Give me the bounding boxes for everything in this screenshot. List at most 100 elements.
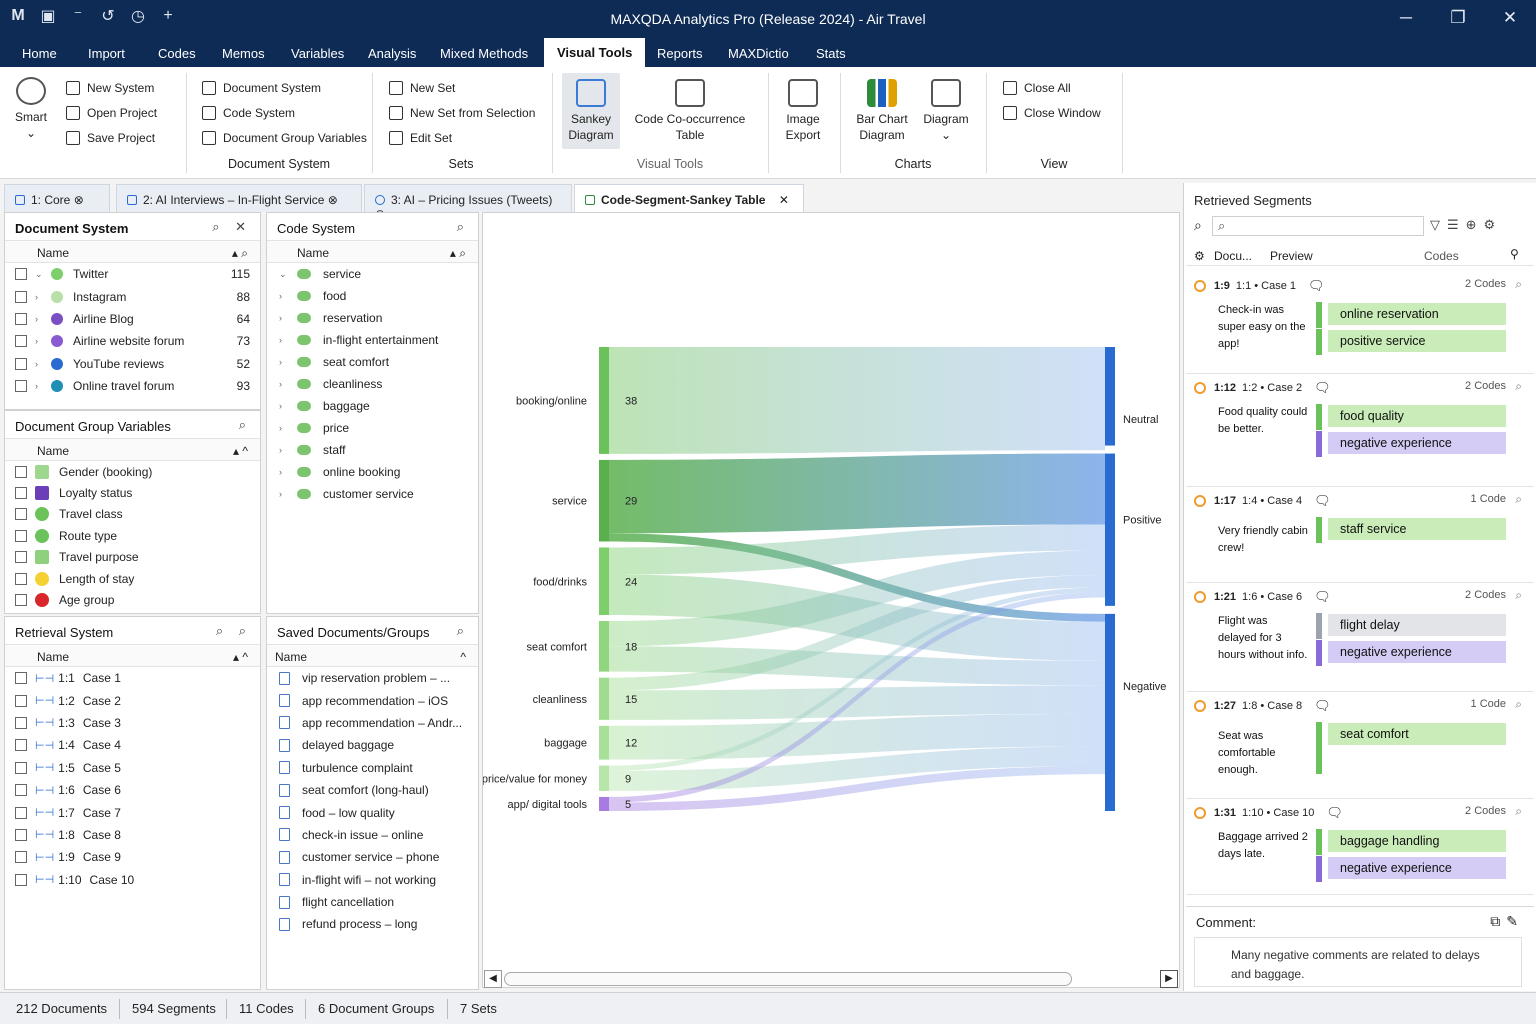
settings-icon[interactable]: ⚙ bbox=[1194, 249, 1205, 263]
tab-ai-interviews[interactable]: 2: AI Interviews – In-Flight Service ⊗ bbox=[116, 184, 362, 212]
comment-bubble-icon[interactable]: 🗨 bbox=[1314, 380, 1331, 396]
search-icon[interactable]: ⌕ bbox=[457, 219, 470, 235]
chevron-right-icon[interactable]: › bbox=[279, 335, 289, 345]
sort-icon[interactable]: ^ bbox=[460, 650, 466, 664]
doc-column-label[interactable]: Docu... bbox=[1214, 249, 1252, 263]
code-row[interactable]: › baggage bbox=[267, 395, 478, 417]
code-chip[interactable]: seat comfort bbox=[1328, 723, 1506, 745]
chevron-right-icon[interactable]: › bbox=[279, 423, 289, 433]
chevron-right-icon[interactable]: › bbox=[279, 291, 289, 301]
segment-item[interactable]: 1:27 1:8 • Case 8 🗨 1 Code ⌕ Seat was comfort… bbox=[1186, 692, 1534, 799]
filter-icon[interactable]: ▽☰⊕⚙ bbox=[1430, 217, 1502, 233]
search-icon[interactable]: ⌕ bbox=[1515, 277, 1522, 292]
segment-item[interactable]: 1:31 1:10 • Case 10 🗨 2 Codes ⌕ Baggage arriv… bbox=[1186, 799, 1534, 895]
case-row[interactable]: ⊢⊣ 1:3 Case 3 bbox=[5, 712, 260, 734]
code-chip[interactable]: negative experience bbox=[1328, 641, 1506, 663]
column-header[interactable]: Name ^ bbox=[267, 645, 478, 667]
saved-document-row[interactable]: seat comfort (long-haul) bbox=[267, 779, 478, 801]
restore-icon[interactable]: ❐ bbox=[1432, 0, 1484, 38]
row-checkbox[interactable] bbox=[15, 572, 27, 585]
column-header[interactable]: Name ▴ ^ bbox=[5, 645, 260, 667]
sankey-diagram-button[interactable]: Sankey Diagram bbox=[562, 73, 620, 149]
variable-row[interactable]: Travel class bbox=[5, 504, 260, 525]
code-row[interactable]: › reservation bbox=[267, 307, 478, 329]
sankey-source-node[interactable] bbox=[599, 677, 609, 720]
saved-document-row[interactable]: vip reservation problem – ... bbox=[267, 667, 478, 689]
chevron-right-icon[interactable]: › bbox=[279, 401, 289, 411]
segment-item[interactable]: 1:21 1:6 • Case 6 🗨 2 Codes ⌕ Flight was dela… bbox=[1186, 583, 1534, 692]
chevron-right-icon[interactable]: › bbox=[279, 379, 289, 389]
menu-maxdictio[interactable]: MAXDictio bbox=[728, 46, 789, 61]
edit-icon[interactable]: ⧉✎ bbox=[1490, 913, 1524, 930]
row-checkbox[interactable] bbox=[15, 465, 27, 478]
code-chip[interactable]: positive service bbox=[1328, 330, 1506, 352]
save-project-button[interactable]: Save Project bbox=[66, 131, 155, 145]
search-icon[interactable]: ⌕ bbox=[457, 623, 470, 639]
search-icon[interactable]: ⌕ bbox=[1515, 697, 1522, 712]
search-icon[interactable]: ⌕ ⌕ bbox=[216, 623, 252, 639]
sort-icon[interactable]: ▴ ^ bbox=[233, 650, 248, 664]
search-icon[interactable]: ⌕ bbox=[1194, 217, 1202, 234]
code-cooccurrence-button[interactable]: Code Co-occurrence Table bbox=[630, 79, 750, 143]
menu-analysis[interactable]: Analysis bbox=[368, 46, 416, 61]
case-row[interactable]: ⊢⊣ 1:6 Case 6 bbox=[5, 779, 260, 801]
document-row[interactable]: › Airline Blog 64 bbox=[5, 308, 260, 330]
search-icon[interactable]: ⌕ bbox=[1515, 492, 1522, 507]
menu-stats[interactable]: Stats bbox=[816, 46, 846, 61]
chevron-right-icon[interactable]: › bbox=[279, 467, 289, 477]
saved-document-row[interactable]: in-flight wifi – not working bbox=[267, 869, 478, 891]
sankey-target-node[interactable] bbox=[1105, 453, 1115, 606]
case-row[interactable]: ⊢⊣ 1:4 Case 4 bbox=[5, 734, 260, 756]
document-row[interactable]: › Online travel forum 93 bbox=[5, 375, 260, 397]
search-icon[interactable]: ⌕ bbox=[239, 417, 252, 433]
new-set-from-selection-button[interactable]: New Set from Selection bbox=[389, 106, 535, 120]
code-row[interactable]: › staff bbox=[267, 439, 478, 461]
chevron-right-icon[interactable]: › bbox=[35, 314, 45, 324]
variable-row[interactable]: Travel purpose bbox=[5, 547, 260, 568]
close-icon[interactable]: ✕ bbox=[1484, 0, 1536, 38]
column-header[interactable]: Name ▴ ^ bbox=[5, 439, 260, 461]
segment-search-input[interactable]: ⌕ bbox=[1212, 216, 1424, 236]
code-chip[interactable]: baggage handling bbox=[1328, 830, 1506, 852]
minimize-icon[interactable]: ─ bbox=[1380, 0, 1432, 38]
case-row[interactable]: ⊢⊣ 1:1 Case 1 bbox=[5, 667, 260, 689]
saved-document-row[interactable]: customer service – phone bbox=[267, 846, 478, 868]
row-checkbox[interactable] bbox=[15, 716, 27, 729]
codes-column-label[interactable]: Codes bbox=[1424, 249, 1459, 263]
new-system-button[interactable]: New System bbox=[66, 81, 154, 95]
row-checkbox[interactable] bbox=[15, 739, 27, 752]
close-all-button[interactable]: Close All bbox=[1003, 81, 1071, 95]
horizontal-scrollbar[interactable]: ◀ ▶ bbox=[484, 968, 1178, 988]
document-row[interactable]: ⌄ Twitter 115 bbox=[5, 263, 260, 285]
code-row[interactable]: › in-flight entertainment bbox=[267, 329, 478, 351]
scroll-right-icon[interactable]: ▶ bbox=[1160, 970, 1178, 988]
search-icon[interactable]: ⌕ bbox=[1515, 804, 1522, 819]
row-checkbox[interactable] bbox=[15, 851, 27, 864]
code-system-button[interactable]: Code System bbox=[202, 106, 295, 120]
close-tab-icon[interactable]: ✕ bbox=[779, 193, 789, 207]
sankey-diagram[interactable]: booking/online 38 service 29 food/drinks 24 se… bbox=[482, 213, 1179, 965]
row-checkbox[interactable] bbox=[15, 761, 27, 774]
tab-core[interactable]: 1: Core ⊗ bbox=[4, 184, 110, 212]
menu-mixed-methods[interactable]: Mixed Methods bbox=[440, 46, 528, 61]
code-row[interactable]: ⌄ service bbox=[267, 263, 478, 285]
segment-item[interactable]: 1:17 1:4 • Case 4 🗨 1 Code ⌕ Very friendly ca… bbox=[1186, 487, 1534, 583]
saved-document-row[interactable]: app recommendation – Andr... bbox=[267, 712, 478, 734]
saved-document-row[interactable]: delayed baggage bbox=[267, 734, 478, 756]
saved-document-row[interactable]: flight cancellation bbox=[267, 891, 478, 913]
menu-reports[interactable]: Reports bbox=[657, 46, 703, 61]
row-checkbox[interactable] bbox=[15, 594, 27, 607]
sankey-source-node[interactable] bbox=[599, 459, 609, 542]
row-checkbox[interactable] bbox=[15, 873, 27, 886]
chevron-right-icon[interactable]: › bbox=[35, 292, 45, 302]
sankey-source-node[interactable] bbox=[599, 765, 609, 791]
variable-row[interactable]: Loyalty status bbox=[5, 482, 260, 503]
comment-bubble-icon[interactable]: 🗨 bbox=[1314, 589, 1331, 605]
case-row[interactable]: ⊢⊣ 1:10 Case 10 bbox=[5, 869, 260, 891]
row-checkbox[interactable] bbox=[15, 806, 27, 819]
menu-memos[interactable]: Memos bbox=[222, 46, 265, 61]
code-row[interactable]: › food bbox=[267, 285, 478, 307]
scroll-thumb[interactable] bbox=[504, 972, 1072, 986]
chevron-right-icon[interactable]: › bbox=[279, 357, 289, 367]
row-checkbox[interactable] bbox=[15, 290, 27, 303]
